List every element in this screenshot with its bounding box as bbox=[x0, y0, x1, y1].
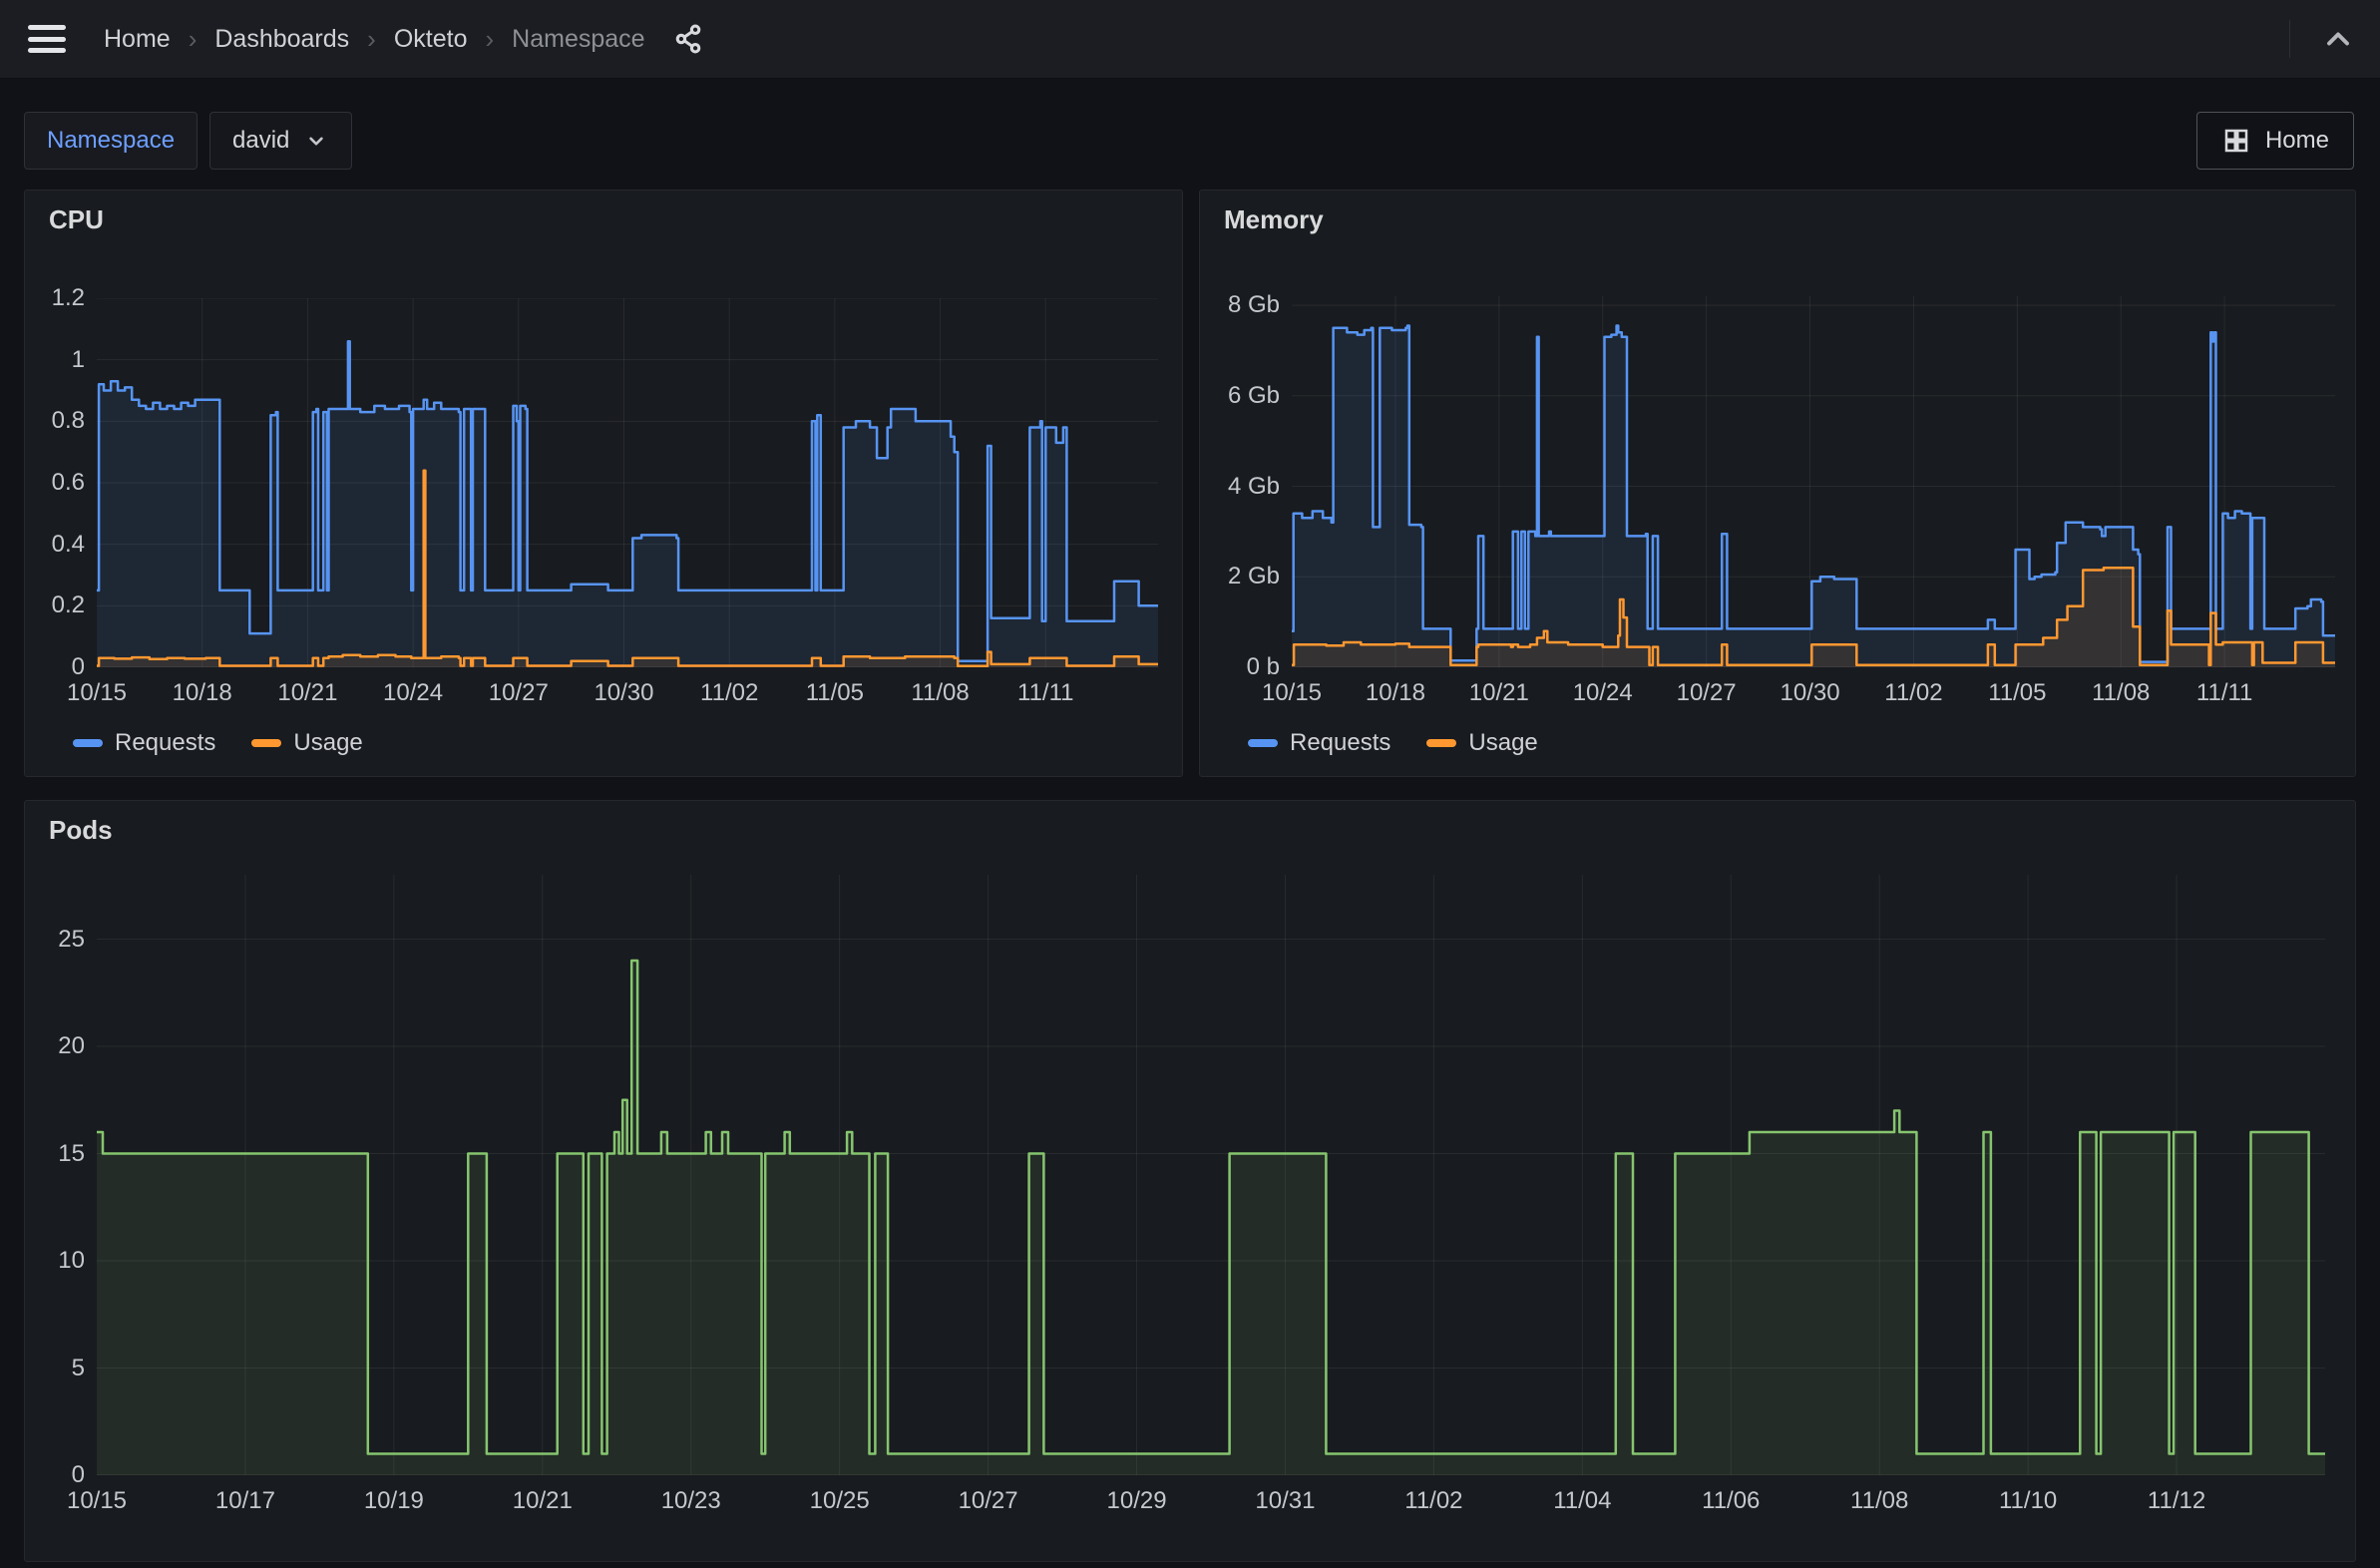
y-axis-tick: 2 Gb bbox=[1200, 564, 1280, 589]
x-axis-tick: 11/08 bbox=[1824, 1487, 1934, 1515]
y-axis-tick: 0.8 bbox=[25, 408, 85, 434]
x-axis-tick: 11/02 bbox=[674, 679, 784, 707]
x-axis-tick: 10/30 bbox=[569, 679, 678, 707]
x-axis-tick: 11/08 bbox=[2066, 679, 2176, 707]
legend-item-usage[interactable]: Usage bbox=[251, 729, 362, 757]
x-axis-tick: 10/18 bbox=[1341, 679, 1450, 707]
x-axis-tick: 11/05 bbox=[1962, 679, 2072, 707]
legend-label-usage: Usage bbox=[293, 729, 362, 757]
legend-swatch-usage bbox=[251, 739, 281, 747]
breadcrumb: Home › Dashboards › Okteto › Namespace bbox=[104, 24, 645, 55]
breadcrumb-separator: › bbox=[367, 24, 376, 55]
x-axis-tick: 10/21 bbox=[1444, 679, 1554, 707]
x-axis-tick: 11/10 bbox=[1973, 1487, 2083, 1515]
legend-item-requests[interactable]: Requests bbox=[73, 729, 215, 757]
legend-memory: Requests Usage bbox=[1248, 729, 1538, 757]
x-axis-tick: 10/15 bbox=[1237, 679, 1347, 707]
y-axis-tick: 0.4 bbox=[25, 532, 85, 558]
x-axis-tick: 10/21 bbox=[252, 679, 362, 707]
x-axis-tick: 10/27 bbox=[1652, 679, 1762, 707]
breadcrumb-namespace: Namespace bbox=[512, 25, 644, 54]
legend-label-requests: Requests bbox=[1290, 729, 1390, 757]
x-axis-tick: 11/08 bbox=[886, 679, 995, 707]
legend-item-usage[interactable]: Usage bbox=[1426, 729, 1537, 757]
x-axis-tick: 10/31 bbox=[1230, 1487, 1340, 1515]
panel-title-memory[interactable]: Memory bbox=[1224, 204, 1324, 235]
x-axis-tick: 10/18 bbox=[148, 679, 257, 707]
y-axis-tick: 0 b bbox=[1200, 654, 1280, 680]
variable-label-namespace: Namespace bbox=[24, 112, 198, 170]
home-button[interactable]: Home bbox=[2196, 112, 2354, 170]
x-axis-tick: 10/24 bbox=[358, 679, 468, 707]
breadcrumb-home[interactable]: Home bbox=[104, 25, 171, 54]
x-axis-tick: 11/02 bbox=[1858, 679, 1968, 707]
x-axis-tick: 10/23 bbox=[636, 1487, 746, 1515]
home-button-label: Home bbox=[2265, 127, 2329, 155]
panel-title-cpu[interactable]: CPU bbox=[49, 204, 104, 235]
legend-label-requests: Requests bbox=[115, 729, 215, 757]
x-axis-tick: 10/25 bbox=[785, 1487, 895, 1515]
x-axis-tick: 10/24 bbox=[1548, 679, 1658, 707]
x-axis-tick: 10/27 bbox=[464, 679, 574, 707]
y-axis-tick: 0.6 bbox=[25, 470, 85, 496]
apps-grid-icon bbox=[2221, 126, 2251, 156]
navbar: Home › Dashboards › Okteto › Namespace bbox=[0, 0, 2380, 79]
y-axis-tick: 1 bbox=[25, 347, 85, 373]
x-axis-tick: 11/11 bbox=[991, 679, 1100, 707]
x-axis-tick: 11/12 bbox=[2122, 1487, 2231, 1515]
panel-pods: Pods 0 5 10 15 20 25 10/15 10/17 10/19 10/21 10/23… bbox=[24, 800, 2356, 1562]
x-axis-tick: 10/15 bbox=[42, 679, 152, 707]
legend-swatch-usage bbox=[1426, 739, 1456, 747]
x-axis-tick: 10/27 bbox=[934, 1487, 1043, 1515]
breadcrumb-separator: › bbox=[486, 24, 495, 55]
legend-swatch-requests bbox=[1248, 739, 1278, 747]
panel-memory: Memory Requests Usage 0 b 2 Gb 4 Gb 6 Gb 8 G… bbox=[1199, 190, 2356, 777]
chevron-down-icon bbox=[303, 128, 329, 154]
y-axis-tick: 10 bbox=[25, 1248, 85, 1274]
x-axis-tick: 10/15 bbox=[42, 1487, 152, 1515]
x-axis-tick: 10/21 bbox=[488, 1487, 597, 1515]
series-pods bbox=[97, 961, 2325, 1454]
y-axis-tick: 0.2 bbox=[25, 592, 85, 618]
legend-item-requests[interactable]: Requests bbox=[1248, 729, 1390, 757]
breadcrumb-separator: › bbox=[189, 24, 198, 55]
y-axis-tick: 8 Gb bbox=[1200, 292, 1280, 318]
y-axis-tick: 0 bbox=[25, 1462, 85, 1488]
navbar-divider bbox=[2289, 20, 2290, 58]
y-axis-tick: 20 bbox=[25, 1033, 85, 1059]
breadcrumb-dashboards[interactable]: Dashboards bbox=[214, 25, 349, 54]
y-axis-tick: 1.2 bbox=[25, 285, 85, 311]
chart-canvas[interactable] bbox=[97, 875, 2325, 1475]
y-axis-tick: 6 Gb bbox=[1200, 383, 1280, 409]
variable-select-namespace[interactable]: david bbox=[209, 112, 352, 170]
chart-canvas[interactable] bbox=[1292, 296, 2335, 667]
x-axis-tick: 11/11 bbox=[2170, 679, 2279, 707]
x-axis-tick: 11/06 bbox=[1676, 1487, 1785, 1515]
y-axis-tick: 5 bbox=[25, 1356, 85, 1381]
x-axis-tick: 10/29 bbox=[1082, 1487, 1192, 1515]
navbar-right bbox=[2289, 20, 2356, 58]
x-axis-tick: 10/19 bbox=[339, 1487, 449, 1515]
legend-label-usage: Usage bbox=[1468, 729, 1537, 757]
breadcrumb-okteto[interactable]: Okteto bbox=[394, 25, 468, 54]
legend-swatch-requests bbox=[73, 739, 103, 747]
x-axis-tick: 10/30 bbox=[1756, 679, 1865, 707]
x-axis-tick: 11/02 bbox=[1379, 1487, 1488, 1515]
y-axis-tick: 0 bbox=[25, 654, 85, 680]
y-axis-tick: 25 bbox=[25, 927, 85, 953]
x-axis-tick: 11/04 bbox=[1527, 1487, 1637, 1515]
x-axis-tick: 10/17 bbox=[191, 1487, 300, 1515]
variable-selected-value: david bbox=[232, 127, 289, 155]
y-axis-tick: 15 bbox=[25, 1141, 85, 1167]
panel-title-pods[interactable]: Pods bbox=[49, 815, 113, 846]
chart-canvas[interactable] bbox=[97, 298, 1158, 667]
y-axis-tick: 4 Gb bbox=[1200, 474, 1280, 500]
x-axis-tick: 11/05 bbox=[780, 679, 890, 707]
panel-cpu: CPU Requests Usage 0 0.2 0.4 0.6 0.8 1 1.2 10/1… bbox=[24, 190, 1183, 777]
legend-cpu: Requests Usage bbox=[73, 729, 363, 757]
share-icon[interactable] bbox=[671, 22, 705, 56]
menu-icon[interactable] bbox=[28, 25, 66, 53]
chevron-up-icon[interactable] bbox=[2320, 21, 2356, 57]
